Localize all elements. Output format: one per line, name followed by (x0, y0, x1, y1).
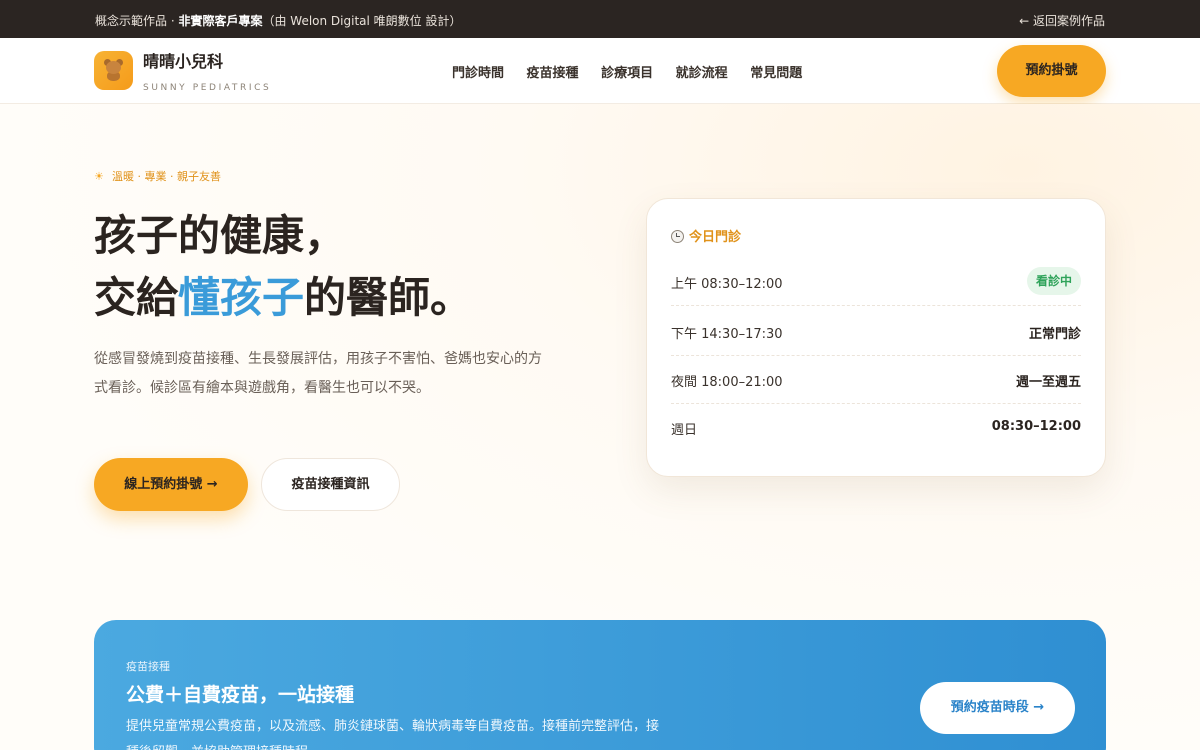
schedule-label: 上午 08:30–12:00 (671, 277, 783, 292)
main-navbar: 晴晴小兒科 SUNNY PEDIATRICS 門診時間 疫苗接種 診療項目 就診… (0, 38, 1200, 104)
schedule-row-morning: 上午 08:30–12:00 看診中 (671, 258, 1081, 306)
hero-tagline: ☀ 溫暖 · 專業 · 親子友善 (94, 168, 221, 184)
vaccine-eyebrow: 疫苗接種 (126, 660, 170, 673)
hero-headline: 孩子的健康， 交給懂孩子的醫師。 (94, 205, 472, 329)
schedule-title-text: 今日門診 (689, 230, 742, 245)
headline-post: 的醫師。 (304, 273, 473, 322)
brand-subtitle: SUNNY PEDIATRICS (143, 83, 272, 93)
headline-line-1: 孩子的健康， (94, 211, 347, 260)
vaccine-info-button[interactable]: 疫苗接種資訊 (261, 458, 400, 511)
teddy-bear-icon (104, 59, 123, 81)
online-booking-button[interactable]: 線上預約掛號 → (94, 458, 248, 511)
clock-icon (671, 230, 684, 243)
schedule-value: 週一至週五 (1015, 375, 1081, 390)
schedule-label: 夜間 18:00–21:00 (671, 375, 783, 390)
schedule-value: 正常門診 (1028, 327, 1081, 342)
nav-item-services[interactable]: 診療項目 (601, 66, 653, 81)
status-badge: 看診中 (1026, 267, 1081, 295)
schedule-label: 週日 (671, 423, 698, 438)
schedule-value: 08:30–12:00 (991, 419, 1081, 434)
schedule-row-sunday: 週日 08:30–12:00 (671, 404, 1081, 452)
nav-item-clinic-hours[interactable]: 門診時間 (452, 66, 504, 81)
nav-item-visit-process[interactable]: 就診流程 (676, 66, 728, 81)
nav-item-faq[interactable]: 常見問題 (750, 66, 802, 81)
brand-name[interactable]: 晴晴小兒科 (143, 48, 223, 72)
hero-description: 從感冒發燒到疫苗接種、生長發展評估，用孩子不害怕、爸媽也安心的方式看診。候診區有… (94, 351, 542, 396)
vaccine-banner: 疫苗接種 公費＋自費疫苗，一站接種 提供兒童常規公費疫苗，以及流感、肺炎鏈球菌、… (94, 620, 1106, 750)
book-vaccine-slot-button[interactable]: 預約疫苗時段 → (920, 682, 1075, 734)
vaccine-title: 公費＋自費疫苗，一站接種 (126, 684, 355, 706)
back-to-cases-link[interactable]: ← 返回案例作品 (1019, 12, 1105, 29)
headline-pre: 交給 (94, 273, 179, 322)
schedule-row-evening: 夜間 18:00–21:00 週一至週五 (671, 356, 1081, 404)
schedule-row-afternoon: 下午 14:30–17:30 正常門診 (671, 308, 1081, 356)
book-appointment-button[interactable]: 預約掛號 (997, 45, 1106, 97)
notice-prefix: 概念示範作品 · (95, 14, 179, 28)
vaccine-description: 提供兒童常規公費疫苗，以及流感、肺炎鏈球菌、輪狀病毒等自費疫苗。接種前完整評估，… (126, 719, 660, 750)
demo-notice-bar: 概念示範作品 · 非實際客戶專案（由 Welon Digital 唯朗數位 設計… (0, 0, 1200, 38)
today-schedule-card: 今日門診 上午 08:30–12:00 看診中 下午 14:30–17:30 正… (646, 198, 1106, 477)
schedule-label: 下午 14:30–17:30 (671, 327, 783, 342)
headline-line-2: 交給懂孩子的醫師。 (94, 267, 472, 329)
nav-links: 門診時間 疫苗接種 診療項目 就診流程 常見問題 (452, 62, 820, 81)
demo-notice: 概念示範作品 · 非實際客戶專案（由 Welon Digital 唯朗數位 設計… (95, 12, 461, 29)
notice-bold: 非實際客戶專案 (178, 14, 263, 28)
nav-item-vaccination[interactable]: 疫苗接種 (527, 66, 579, 81)
logo[interactable] (94, 51, 133, 90)
tagline-text: 溫暖 · 專業 · 親子友善 (112, 170, 221, 183)
headline-highlight: 懂孩子 (178, 273, 305, 322)
sun-icon: ☀ (94, 170, 104, 183)
schedule-title: 今日門診 (671, 226, 741, 245)
notice-suffix: （由 Welon Digital 唯朗數位 設計） (262, 14, 462, 28)
